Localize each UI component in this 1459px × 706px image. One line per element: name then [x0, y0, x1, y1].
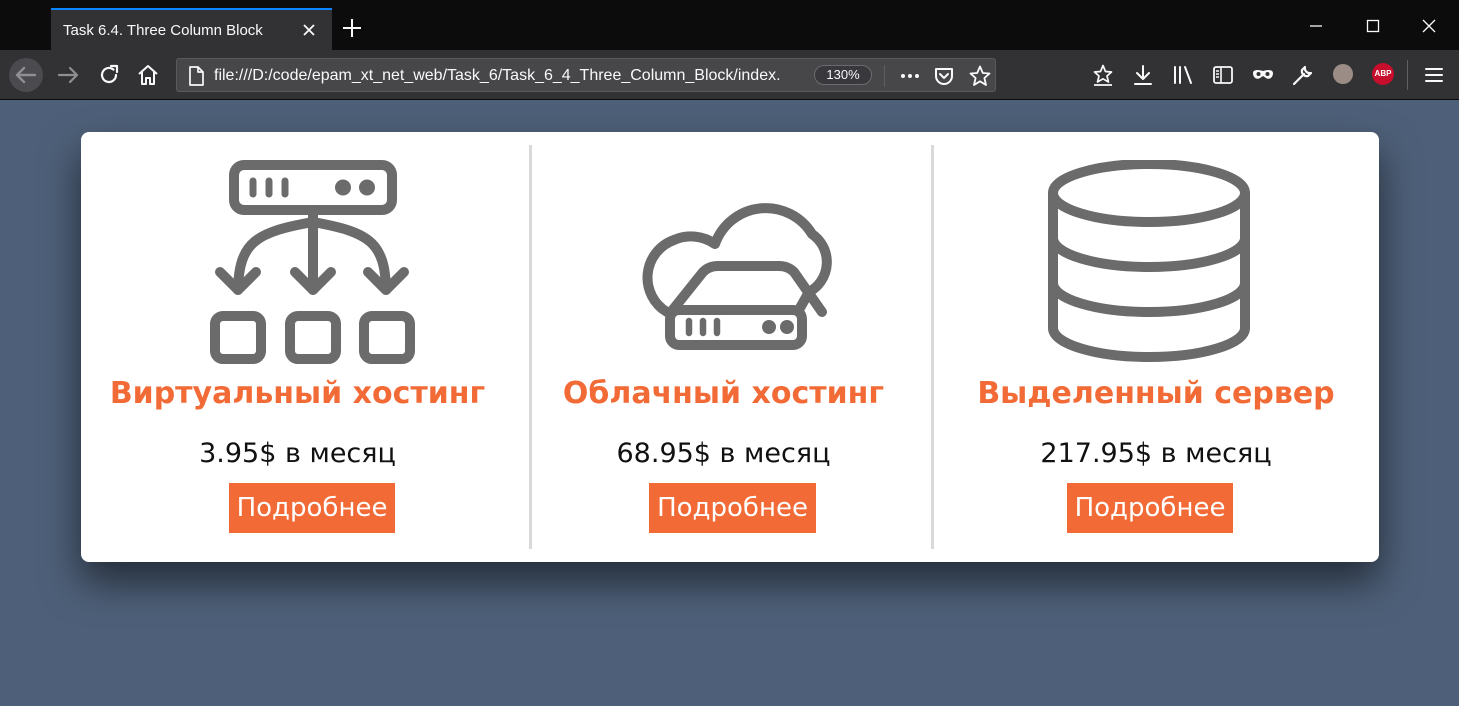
server-network-icon: [210, 160, 415, 364]
wrench-icon[interactable]: [1291, 63, 1315, 87]
tab-strip: Task 6.4. Three Column Block: [0, 0, 1459, 50]
forward-icon[interactable]: [56, 63, 80, 87]
mask-icon[interactable]: [1251, 63, 1275, 87]
library-icon[interactable]: [1171, 63, 1195, 87]
bookmark-star-icon[interactable]: [968, 64, 992, 88]
column-title: Облачный хостинг: [562, 376, 885, 411]
reload-icon[interactable]: [97, 63, 121, 87]
page-icon: [189, 66, 204, 86]
minimize-icon[interactable]: [1308, 18, 1324, 34]
pricing-card: Виртуальный хостинг 3.95$ в месяц Подроб…: [81, 132, 1379, 562]
avatar[interactable]: [1333, 64, 1353, 84]
column-cloud-hosting: Облачный хостинг 68.95$ в месяц Подробне…: [514, 132, 933, 562]
column-price: 217.95$ в месяц: [1040, 438, 1272, 469]
url-text: file:///D:/code/epam_xt_net_web/Task_6/T…: [214, 67, 781, 84]
home-icon[interactable]: [136, 63, 160, 87]
sidebar-icon[interactable]: [1211, 63, 1235, 87]
column-dedicated-server: Выделенный сервер 217.95$ в месяц Подроб…: [933, 132, 1379, 562]
zoom-indicator[interactable]: 130%: [814, 65, 872, 85]
download-icon[interactable]: [1131, 63, 1155, 87]
database-icon: [1048, 160, 1250, 362]
back-icon[interactable]: [8, 58, 44, 92]
column-title: Выделенный сервер: [977, 376, 1335, 411]
close-tab-icon[interactable]: [299, 20, 319, 40]
more-icon[interactable]: [899, 66, 921, 86]
pocket-icon[interactable]: [933, 65, 955, 87]
urlbar-separator: [884, 65, 885, 87]
new-tab-icon[interactable]: [341, 17, 363, 39]
details-button[interactable]: Подробнее: [229, 483, 395, 533]
details-button[interactable]: Подробнее: [1067, 483, 1233, 533]
tab-active[interactable]: Task 6.4. Three Column Block: [51, 8, 332, 50]
column-virtual-hosting: Виртуальный хостинг 3.95$ в месяц Подроб…: [81, 132, 514, 562]
tab-title: Task 6.4. Three Column Block: [63, 22, 263, 39]
menu-icon[interactable]: [1422, 63, 1446, 87]
address-bar[interactable]: file:///D:/code/epam_xt_net_web/Task_6/T…: [176, 58, 996, 92]
column-title: Виртуальный хостинг: [109, 376, 486, 411]
details-button[interactable]: Подробнее: [649, 483, 816, 533]
feed-icon[interactable]: [1091, 63, 1115, 87]
maximize-icon[interactable]: [1365, 18, 1381, 34]
cloud-server-icon: [642, 203, 832, 350]
navigation-toolbar: file:///D:/code/epam_xt_net_web/Task_6/T…: [0, 50, 1459, 100]
close-window-icon[interactable]: [1421, 18, 1437, 34]
adblock-icon[interactable]: ABP: [1372, 63, 1394, 85]
column-price: 68.95$ в месяц: [616, 438, 831, 469]
column-price: 3.95$ в месяц: [199, 438, 396, 469]
toolbar-separator: [1407, 60, 1408, 90]
